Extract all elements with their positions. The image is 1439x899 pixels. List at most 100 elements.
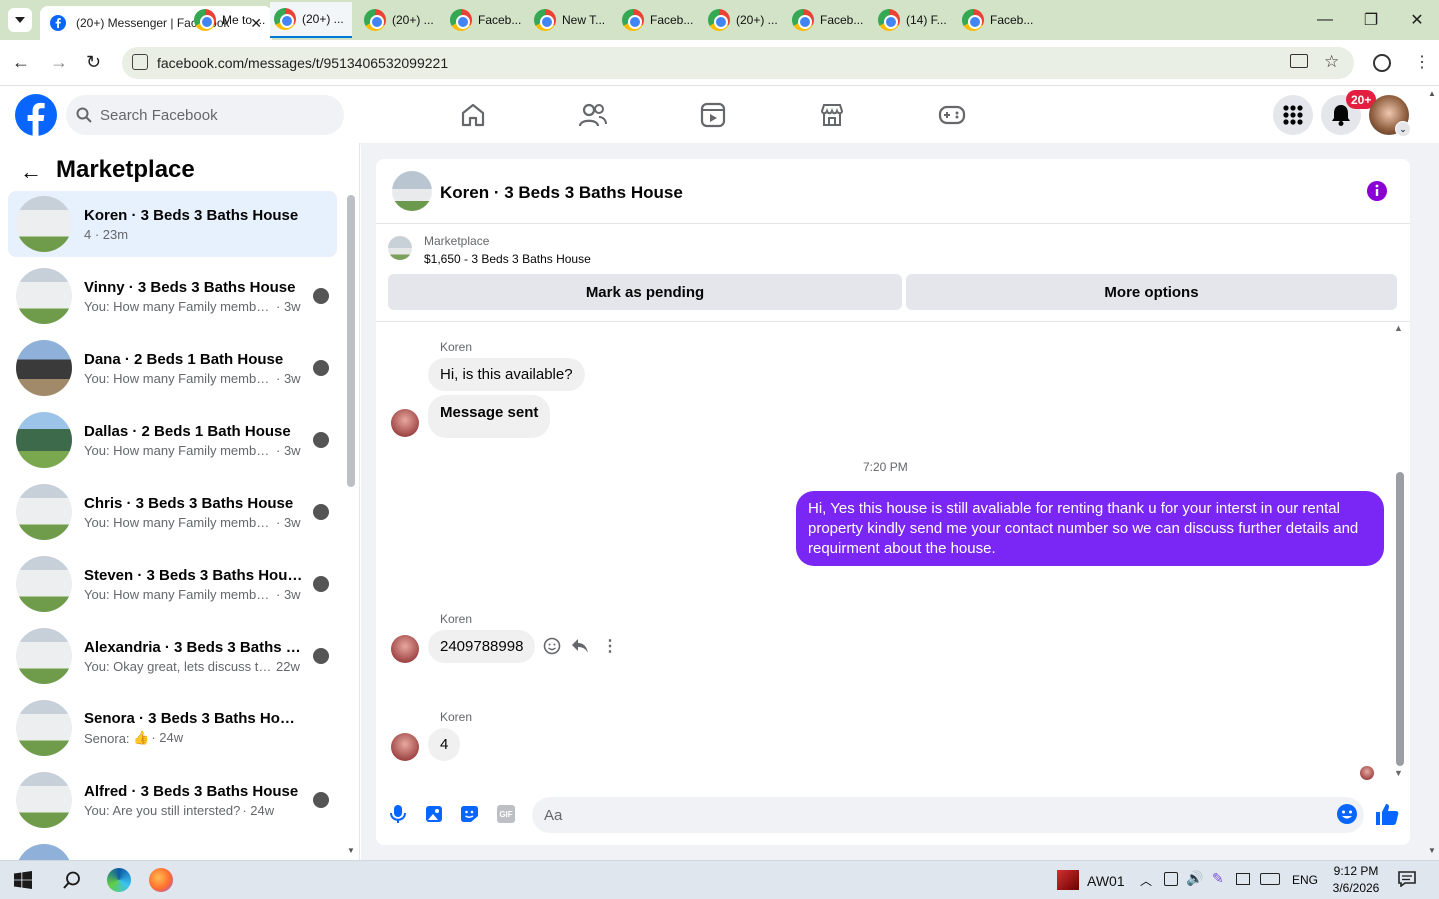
listing-thumbnail <box>388 236 412 260</box>
maximize-button[interactable]: ❐ <box>1348 0 1394 40</box>
taskbar-window-button[interactable]: Faceb... <box>788 2 870 38</box>
back-button[interactable]: ← <box>12 52 30 73</box>
message-bubble[interactable]: Hi, is this available? <box>428 358 585 391</box>
tab-search-button[interactable] <box>8 8 32 32</box>
chat-title[interactable]: Koren · 3 Beds 3 Baths House <box>440 183 683 203</box>
conversation-item[interactable]: Dallas · 2 Beds 1 Bath House You: How man… <box>8 407 337 473</box>
tray-pen-icon[interactable]: ✎ <box>1212 870 1224 887</box>
conversation-item[interactable]: Alexandria · 3 Beds 3 Baths H... You: Oka… <box>8 623 337 689</box>
conversation-item[interactable]: Koren · 3 Beds 3 Baths House 4 · 23m <box>8 191 337 257</box>
nav-gaming[interactable] <box>896 95 1008 135</box>
sidebar-scroll-down-icon[interactable]: ▼ <box>347 846 355 855</box>
conversation-item[interactable]: Dana · 2 Beds 1 Bath House You: How many … <box>8 335 337 401</box>
info-icon[interactable] <box>1366 180 1388 202</box>
address-bar[interactable]: facebook.com/messages/t/9513406532099221 <box>122 47 1354 79</box>
aw01-app-icon[interactable] <box>1057 870 1079 890</box>
firefox-icon[interactable] <box>149 868 173 892</box>
like-icon[interactable] <box>1375 802 1399 826</box>
more-actions-icon[interactable]: ⋮ <box>602 636 618 656</box>
profile-icon[interactable] <box>1373 54 1391 72</box>
chat-scroll-up-icon[interactable]: ▲ <box>1394 323 1403 333</box>
tray-chevron-icon[interactable]: ︿ <box>1140 872 1152 889</box>
taskbar-window-button[interactable]: (20+) ... <box>360 2 442 38</box>
clock-date[interactable]: 3/6/2026 <box>1326 881 1386 895</box>
photo-icon[interactable] <box>425 805 443 823</box>
conversation-item[interactable]: Vinny · 3 Beds 3 Baths House You: How man… <box>8 263 337 329</box>
snippet-text: You: How many Family members d... <box>84 442 274 458</box>
message-input-placeholder: Aa <box>544 806 563 824</box>
taskbar-window-button[interactable]: Me to ... <box>190 2 272 38</box>
taskbar-window-button[interactable]: (20+) ... <box>704 2 786 38</box>
windows-start-icon[interactable] <box>14 871 32 889</box>
mark-as-pending-button[interactable]: Mark as pending <box>388 274 902 310</box>
language-indicator[interactable]: ENG <box>1292 873 1318 887</box>
nav-friends[interactable] <box>537 95 649 135</box>
nav-marketplace[interactable] <box>776 95 888 135</box>
message-input[interactable]: Aa <box>532 797 1364 833</box>
aw01-label[interactable]: AW01 <box>1087 873 1125 889</box>
forward-button[interactable]: → <box>50 52 68 73</box>
read-receipt-avatar <box>313 360 329 376</box>
conversation-snippet: You: How many Family member... · 3w <box>84 299 304 314</box>
taskbar-search-icon[interactable] <box>63 871 81 889</box>
taskbar-window-button[interactable]: Faceb... <box>618 2 700 38</box>
clock-time[interactable]: 9:12 PM <box>1333 864 1379 878</box>
message-sent-bubble[interactable]: Message sent <box>428 395 551 438</box>
taskbar-window-label: Faceb... <box>820 13 864 27</box>
taskbar-window-label: Faceb... <box>650 13 694 27</box>
close-window-button[interactable]: ✕ <box>1394 0 1439 40</box>
back-arrow-icon[interactable]: ← <box>20 159 42 185</box>
chat-scroll-down-icon[interactable]: ▼ <box>1394 768 1403 778</box>
tray-wifi-icon[interactable] <box>1236 873 1250 885</box>
outgoing-message-bubble[interactable]: Hi, Yes this house is still avaliable fo… <box>796 491 1384 566</box>
taskbar-window-button[interactable]: Faceb... <box>446 2 528 38</box>
more-options-button[interactable]: More options <box>906 274 1397 310</box>
tray-volume-icon[interactable]: 🔊 <box>1186 870 1203 887</box>
conversation-item[interactable]: Senora · 3 Beds 3 Baths House Senora: 👍 · … <box>8 695 337 761</box>
notification-center-icon[interactable] <box>1398 871 1416 887</box>
sender-avatar[interactable] <box>391 733 419 761</box>
sender-avatar[interactable] <box>391 635 419 663</box>
chat-scrollbar-thumb[interactable] <box>1396 472 1404 766</box>
reload-button[interactable]: ↻ <box>86 52 101 73</box>
react-emoji-icon[interactable] <box>543 637 561 655</box>
conversation-item[interactable]: Steven · 3 Beds 3 Baths House You: How ma… <box>8 551 337 617</box>
sticker-icon[interactable] <box>460 805 479 823</box>
taskbar-window-button[interactable]: Faceb... <box>958 2 1040 38</box>
conversation-item[interactable]: Kevin · 2 Beds 1 Bath House <box>8 839 337 860</box>
install-app-icon[interactable] <box>1290 54 1308 68</box>
site-info-icon[interactable] <box>132 54 148 70</box>
edge-icon[interactable] <box>107 868 131 892</box>
marketplace-sidebar: ← Marketplace Koren · 3 Beds 3 Baths Hou… <box>0 143 360 860</box>
facebook-logo-icon[interactable] <box>15 94 57 136</box>
browser-menu-icon[interactable]: ⋮ <box>1414 52 1430 72</box>
minimize-button[interactable]: — <box>1302 0 1348 40</box>
reply-icon[interactable] <box>571 638 589 654</box>
message-bubble[interactable]: 4 <box>428 728 461 761</box>
tray-keyboard-icon[interactable] <box>1260 873 1280 885</box>
page-scroll-up-icon[interactable]: ▲ <box>1428 89 1436 98</box>
menu-button[interactable] <box>1273 95 1313 135</box>
search-facebook-input[interactable]: Search Facebook <box>66 95 344 135</box>
gif-icon[interactable]: GIF <box>497 805 515 823</box>
nav-video[interactable] <box>657 95 769 135</box>
sidebar-scrollbar[interactable] <box>347 195 355 487</box>
account-chevron-icon[interactable]: ⌄ <box>1395 121 1411 137</box>
message-bubble[interactable]: 2409788998 <box>428 630 536 663</box>
taskbar-window-button[interactable]: (14) F... <box>874 2 956 38</box>
bookmark-star-icon[interactable]: ☆ <box>1324 52 1339 72</box>
tray-network-icon[interactable] <box>1164 872 1178 886</box>
like-icon: 👍 <box>129 730 150 745</box>
sender-name: Koren <box>440 710 473 724</box>
sender-avatar[interactable] <box>391 409 419 437</box>
microphone-icon[interactable] <box>390 804 406 824</box>
taskbar-window-button[interactable]: (20+) ... <box>270 2 352 38</box>
chrome-icon <box>274 8 296 30</box>
nav-home[interactable] <box>417 95 529 135</box>
conversation-item[interactable]: Alfred · 3 Beds 3 Baths House You: Are yo… <box>8 767 337 833</box>
listing-detail[interactable]: $1,650 - 3 Beds 3 Baths House <box>424 252 591 266</box>
taskbar-window-button[interactable]: New T... <box>530 2 612 38</box>
emoji-icon[interactable] <box>1336 803 1358 825</box>
conversation-item[interactable]: Chris · 3 Beds 3 Baths House You: How man… <box>8 479 337 545</box>
page-scroll-down-icon[interactable]: ▼ <box>1428 846 1436 855</box>
